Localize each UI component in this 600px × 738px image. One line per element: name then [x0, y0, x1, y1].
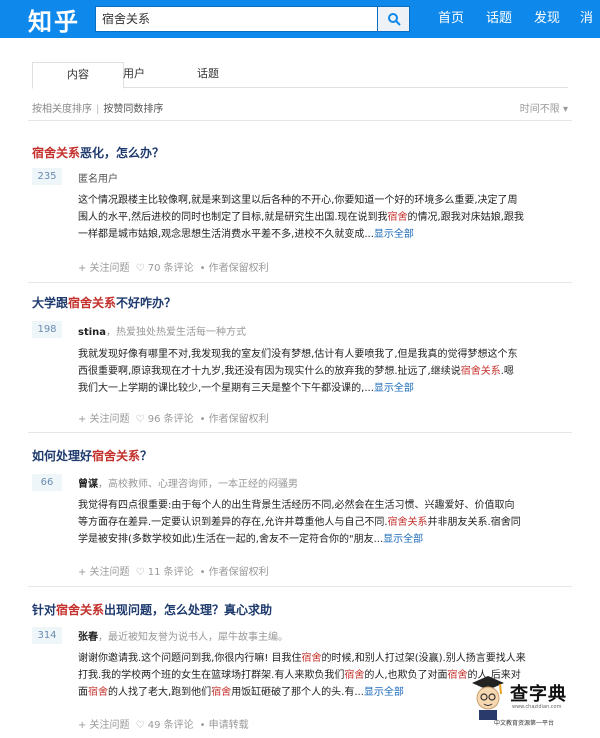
question-title-1[interactable]: 宿舍关系恶化，怎么办？	[32, 144, 164, 161]
comments-link-2[interactable]: ♡ 96 条评论	[136, 414, 194, 425]
sort-by-relevance[interactable]: 按相关度排序	[32, 104, 92, 115]
nav-topics[interactable]: 话题	[486, 0, 512, 38]
answer-author-2[interactable]: stina，热爱独处热爱生活每一种方式	[78, 323, 246, 338]
answer-excerpt-1: 这个情况跟楼主比较像啊,就是来到这里以后各种的不开心,你要知道一个好的环境多么重…	[78, 195, 524, 240]
nav-home[interactable]: 首页	[438, 0, 464, 38]
answer-meta-1: + 关注问题 ♡ 70 条评论 • 作者保留权利	[78, 259, 275, 274]
show-all-link-2[interactable]: 显示全部	[374, 383, 414, 394]
nav-explore[interactable]: 发现	[534, 0, 560, 38]
question-title-2[interactable]: 大学跟宿舍关系不好咋办？	[32, 294, 176, 311]
answer-author-3[interactable]: 曾谋，高校教师、心理咨询师，一本正经的闷骚男	[78, 475, 298, 490]
vote-count-1[interactable]: 235	[32, 168, 62, 185]
sort-by-votes[interactable]: 按赞同数排序	[103, 104, 163, 115]
answer-meta-3: + 关注问题 ♡ 11 条评论 • 作者保留权利	[78, 563, 275, 578]
search-icon	[387, 13, 401, 26]
follow-question-3[interactable]: + 关注问题	[78, 567, 130, 578]
question-title-4[interactable]: 针对宿舍关系出现问题，怎么处理？真心求助	[32, 601, 272, 618]
divider	[28, 432, 572, 433]
search-input[interactable]: 宿舍关系	[95, 6, 377, 32]
follow-question-1[interactable]: + 关注问题	[78, 263, 130, 274]
time-filter[interactable]: 时间不限 ▾	[520, 100, 568, 115]
reprint-request-4[interactable]: • 申请转载	[200, 720, 249, 731]
answer-meta-2: + 关注问题 ♡ 96 条评论 • 作者保留权利	[78, 410, 275, 425]
vote-count-4[interactable]: 314	[32, 627, 62, 644]
copyright-1: • 作者保留权利	[199, 263, 269, 274]
tab-topics[interactable]: 话题	[162, 62, 254, 88]
sort-bar: 按相关度排序 | 按赞同数排序 时间不限 ▾	[32, 100, 568, 115]
follow-question-2[interactable]: + 关注问题	[78, 414, 130, 425]
copyright-3: • 作者保留权利	[199, 567, 269, 578]
answer-excerpt-2: 我就发现好像有哪里不对,我发现我的室友们没有梦想,估计有人要喷我了,但是我真的觉…	[78, 349, 518, 394]
comments-link-4[interactable]: ♡ 49 条评论	[136, 720, 194, 731]
answer-author-4[interactable]: 张春，最近被知友誉为说书人，犀牛故事主编。	[78, 628, 288, 643]
chazidian-watermark: 查字典 www.chazidian.com 中文教育资源第一平台	[470, 668, 598, 732]
question-title-3[interactable]: 如何处理好宿舍关系？	[32, 447, 152, 464]
copyright-2: • 作者保留权利	[199, 414, 269, 425]
follow-question-4[interactable]: + 关注问题	[78, 720, 130, 731]
answer-excerpt-3: 我觉得有四点很重要:由于每个人的出生背景生活经历不同,必然会在生活习惯、兴趣爱好…	[78, 500, 521, 545]
nav-messages[interactable]: 消息	[580, 0, 600, 64]
divider	[28, 586, 572, 587]
divider	[28, 120, 572, 121]
answer-meta-4: + 关注问题 ♡ 49 条评论 • 申请转载	[78, 716, 255, 731]
watermark-name: 查字典	[510, 684, 567, 705]
show-all-link-4[interactable]: 显示全部	[364, 687, 404, 698]
show-all-link-1[interactable]: 显示全部	[374, 229, 414, 240]
vote-count-2[interactable]: 198	[32, 321, 62, 338]
watermark-site: www.chazidian.com	[512, 704, 562, 710]
search-tabs: 内容 用户 话题	[32, 62, 568, 89]
comments-link-1[interactable]: ♡ 70 条评论	[136, 263, 194, 274]
top-header: 知乎 宿舍关系 首页 话题 发现 消息	[0, 0, 600, 64]
comments-link-3[interactable]: ♡ 11 条评论	[136, 567, 194, 578]
divider	[28, 282, 572, 283]
search-button[interactable]	[377, 6, 410, 32]
answer-author-1[interactable]: 匿名用户	[78, 170, 118, 185]
zhihu-logo[interactable]: 知乎	[28, 2, 80, 37]
scholar-mascot-icon	[472, 676, 504, 720]
watermark-slogan: 中文教育资源第一平台	[494, 720, 555, 727]
show-all-link-3[interactable]: 显示全部	[383, 534, 423, 545]
vote-count-3[interactable]: 66	[32, 474, 62, 491]
